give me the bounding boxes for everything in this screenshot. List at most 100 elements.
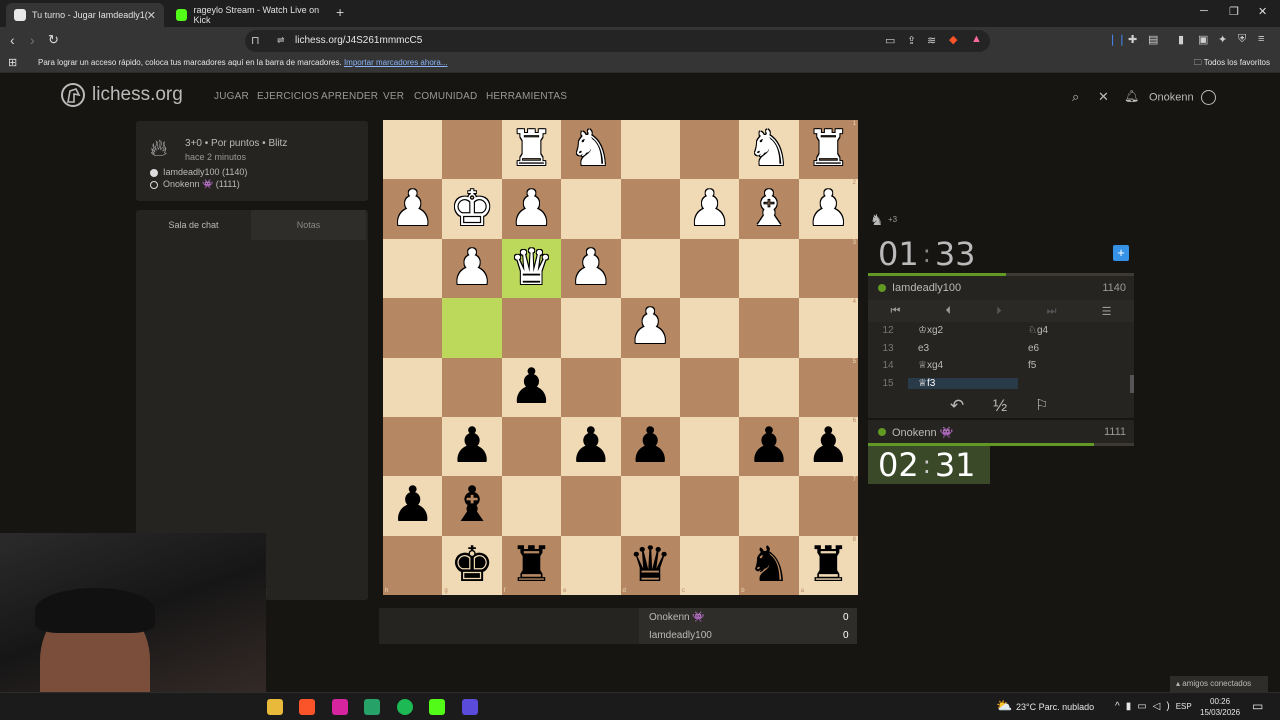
chess-piece[interactable]: ♛ — [509, 243, 553, 293]
friends-online[interactable]: ▴ amigos conectados — [1170, 676, 1268, 692]
rss-icon[interactable]: ≋ — [927, 34, 936, 47]
top-player-name[interactable]: Iamdeadly100 — [892, 282, 961, 294]
board-square[interactable] — [561, 179, 621, 239]
black-move[interactable]: f5 — [1018, 360, 1128, 371]
tray-chevron-icon[interactable]: ^ — [1115, 701, 1126, 712]
bottom-player-name[interactable]: Onokenn 👾 — [892, 426, 953, 439]
leo-icon[interactable]: ❘❘ — [1108, 33, 1126, 46]
network-icon[interactable]: ▭ — [1137, 701, 1152, 712]
import-bookmarks-link[interactable]: Importar marcadores ahora... — [344, 58, 448, 67]
board-square[interactable]: ♚ — [442, 179, 502, 239]
black-player[interactable]: Onokenn 👾 (1111) — [163, 179, 240, 190]
chess-piece[interactable]: ♜ — [806, 540, 850, 590]
chess-piece[interactable]: ♟ — [391, 481, 435, 530]
moves-scrollbar[interactable] — [1130, 375, 1134, 393]
chess-piece[interactable]: ♟ — [450, 422, 494, 471]
board-square[interactable]: 4 — [798, 298, 858, 358]
file-explorer-icon[interactable] — [267, 699, 283, 715]
chess-piece[interactable]: ♝ — [450, 481, 494, 530]
last-move-icon[interactable]: ⏭ — [1047, 305, 1057, 318]
board-square[interactable]: ♟ — [442, 238, 502, 299]
board-square[interactable] — [620, 120, 680, 180]
board-square[interactable] — [679, 298, 740, 358]
chess-piece[interactable]: ♜ — [806, 125, 850, 174]
chess-piece[interactable]: ♟ — [806, 422, 850, 471]
board-square[interactable] — [679, 416, 740, 477]
board-square[interactable]: 1 ♜ — [798, 120, 858, 180]
minimize-icon[interactable]: ─ — [1200, 5, 1208, 17]
board-square[interactable]: c — [679, 535, 740, 595]
board-square[interactable] — [383, 298, 443, 358]
system-clock[interactable]: 00:26 15/03/2026 — [1200, 696, 1240, 718]
media-player-icon[interactable] — [462, 699, 478, 715]
close-icon[interactable]: ✕ — [1098, 89, 1109, 105]
board-square[interactable] — [620, 476, 680, 536]
black-move[interactable]: e6 — [1018, 343, 1128, 354]
chess-board[interactable]: ♜ ♞ ♞ 1 ♜ ♟ ♚ ♟ ♟ ♝ 2 ♟ ♟ ♛ ♟ 3 ♟ 4 ♟ 5 ♟ ♟ ♟ ♟ 6 ♟ ♟ ♝ 7 h g ♚ f ♜ e d ♛ c b ♞… — [383, 120, 858, 595]
chess-piece[interactable]: ♝ — [747, 184, 791, 234]
volume-icon[interactable]: ◁) — [1153, 701, 1176, 712]
board-square[interactable]: g ♚ — [442, 535, 502, 595]
tabs-icon[interactable]: ▣ — [1198, 33, 1208, 46]
search-icon[interactable]: ⌕ — [1072, 89, 1079, 105]
vpn-icon[interactable]: ⛨ — [1238, 33, 1246, 46]
apps-grid-icon[interactable]: ⊞ — [8, 56, 17, 69]
tab-kick[interactable]: rageylo Stream - Watch Live on Kick — [168, 3, 332, 27]
chess-piece[interactable]: ♟ — [509, 184, 553, 234]
board-square[interactable] — [383, 120, 443, 180]
board-square[interactable]: ♟ — [383, 476, 443, 536]
board-square[interactable]: b ♞ — [739, 535, 799, 595]
board-square[interactable] — [442, 120, 502, 180]
ai-icon[interactable]: ✦ — [1218, 33, 1227, 46]
brave-shield-icon[interactable]: ◆ — [949, 33, 957, 46]
share-icon[interactable]: ⇪ — [907, 34, 916, 47]
close-window-icon[interactable]: ✕ — [1258, 5, 1267, 18]
url-box[interactable]: ⊓ ⇌ lichess.org/J4S261mmmcC5 ▭ ⇪ ≋ ◆ ▲ — [245, 30, 990, 52]
nav-jugar[interactable]: JUGAR — [214, 91, 249, 102]
chess-piece[interactable]: ♞ — [747, 125, 791, 174]
board-square[interactable]: ♞ — [739, 120, 799, 180]
board-square[interactable]: d ♛ — [620, 535, 680, 595]
black-move[interactable]: ♘g4 — [1018, 325, 1128, 336]
takeback-button[interactable]: ↶ — [950, 396, 964, 416]
board-square[interactable]: ♞ — [561, 120, 621, 180]
board-square[interactable]: ♟ — [679, 179, 740, 239]
username[interactable]: Onokenn — [1149, 90, 1216, 105]
board-square[interactable] — [561, 476, 621, 536]
back-icon[interactable]: ‹ — [10, 32, 15, 48]
tab-chat-room[interactable]: Sala de chat — [136, 210, 251, 240]
board-square[interactable] — [739, 357, 799, 417]
nav-ver[interactable]: VER — [383, 91, 404, 102]
board-square[interactable]: ♟ — [561, 238, 621, 299]
board-square[interactable]: ♛ — [501, 238, 562, 299]
brave-browser-icon[interactable] — [299, 699, 315, 715]
reload-icon[interactable]: ↻ — [48, 32, 59, 48]
board-square[interactable] — [501, 298, 562, 358]
chess-piece[interactable]: ♟ — [806, 184, 850, 234]
resign-flag-icon[interactable]: ⚐ — [1035, 396, 1048, 414]
chess-piece[interactable]: ♟ — [747, 422, 791, 471]
board-square[interactable]: ♟ — [442, 416, 502, 477]
url-text[interactable]: lichess.org/J4S261mmmcC5 — [295, 35, 422, 46]
next-move-icon[interactable]: ⏵ — [996, 305, 1002, 318]
board-square[interactable]: e — [561, 535, 621, 595]
new-tab-button[interactable]: + — [336, 4, 344, 20]
nav-ejercicios[interactable]: EJERCICIOS — [257, 91, 319, 102]
brave-rewards-icon[interactable]: ▲ — [971, 33, 982, 45]
weather-text[interactable]: 23°C Parc. nublado — [1016, 702, 1094, 712]
board-square[interactable]: ♟ — [501, 179, 562, 239]
add-time-button[interactable]: + — [1113, 245, 1129, 261]
white-move[interactable]: ♔xg2 — [908, 325, 1018, 336]
lichess-logo[interactable]: lichess.org — [60, 82, 183, 108]
chess-piece[interactable]: ♟ — [391, 184, 435, 234]
system-tray[interactable]: ^▮▭◁)ESP — [1115, 701, 1192, 712]
board-square[interactable]: 3 — [798, 238, 858, 299]
board-square[interactable]: ♜ — [501, 120, 562, 180]
tab-lichess[interactable]: Tu turno - Jugar Iamdeadly1( ✕ — [6, 3, 164, 27]
board-square[interactable] — [501, 476, 562, 536]
forward-icon[interactable]: › — [30, 32, 35, 48]
board-square[interactable] — [679, 238, 740, 299]
board-square[interactable] — [679, 120, 740, 180]
board-square[interactable] — [679, 357, 740, 417]
board-square[interactable]: 2 ♟ — [798, 179, 858, 239]
